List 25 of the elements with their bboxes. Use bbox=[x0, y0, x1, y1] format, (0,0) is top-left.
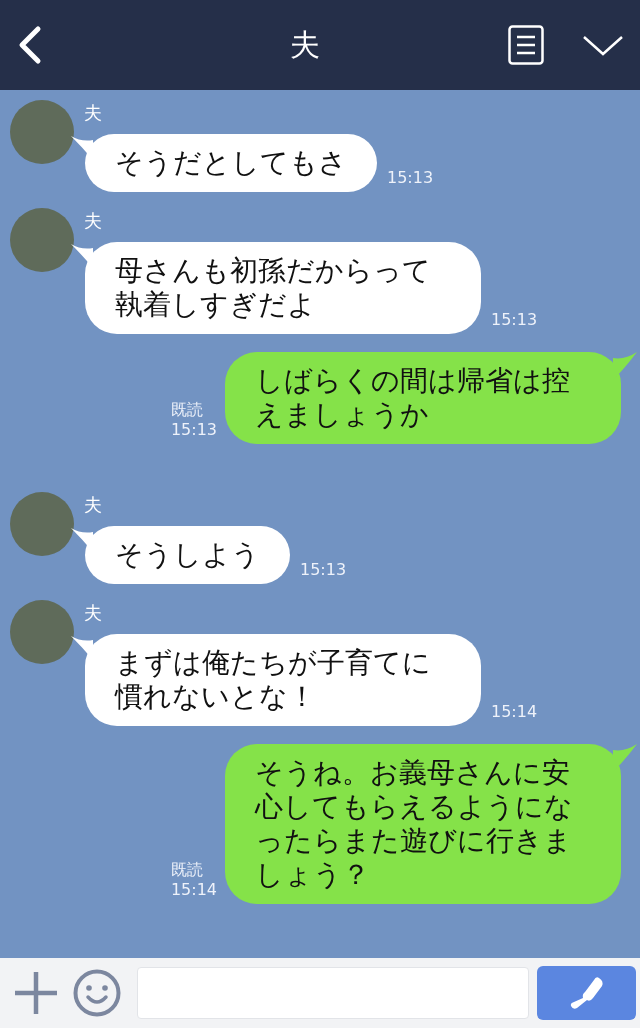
message-bubble: 母さんも初孫だからって執着しすぎだよ bbox=[85, 242, 481, 334]
message-bubble: そうね。お義母さんに安心してもらえるようになったらまた遊びに行きましょう？ bbox=[225, 744, 621, 904]
message-time: 15:14 bbox=[491, 702, 538, 722]
message-time: 15:14 bbox=[170, 880, 217, 900]
emoji-icon[interactable] bbox=[73, 969, 121, 1017]
message-bubble: まずは俺たちが子育てに慣れないとな！ bbox=[85, 634, 481, 726]
message-time: 15:13 bbox=[387, 168, 434, 188]
sender-name: 夫 bbox=[84, 101, 102, 125]
message-time: 15:13 bbox=[170, 420, 217, 440]
read-status: 既読 bbox=[170, 860, 203, 880]
message-bubble: しばらくの間は帰省は控えましょうか bbox=[225, 352, 621, 444]
sender-name: 夫 bbox=[84, 493, 102, 517]
message-time: 15:13 bbox=[491, 310, 538, 330]
read-status: 既読 bbox=[170, 400, 203, 420]
call-button[interactable] bbox=[537, 966, 636, 1020]
sender-name: 夫 bbox=[84, 209, 102, 233]
sender-name: 夫 bbox=[84, 601, 102, 625]
chevron-down-icon[interactable] bbox=[582, 34, 624, 56]
message-input[interactable] bbox=[137, 967, 529, 1019]
chat-title: 夫 bbox=[289, 25, 321, 64]
message-bubble: そうだとしてもさ bbox=[85, 134, 377, 192]
message-bubble: そうしよう bbox=[85, 526, 290, 584]
notes-icon[interactable] bbox=[508, 25, 544, 65]
message-time: 15:13 bbox=[300, 560, 347, 580]
plus-icon[interactable] bbox=[15, 972, 57, 1014]
